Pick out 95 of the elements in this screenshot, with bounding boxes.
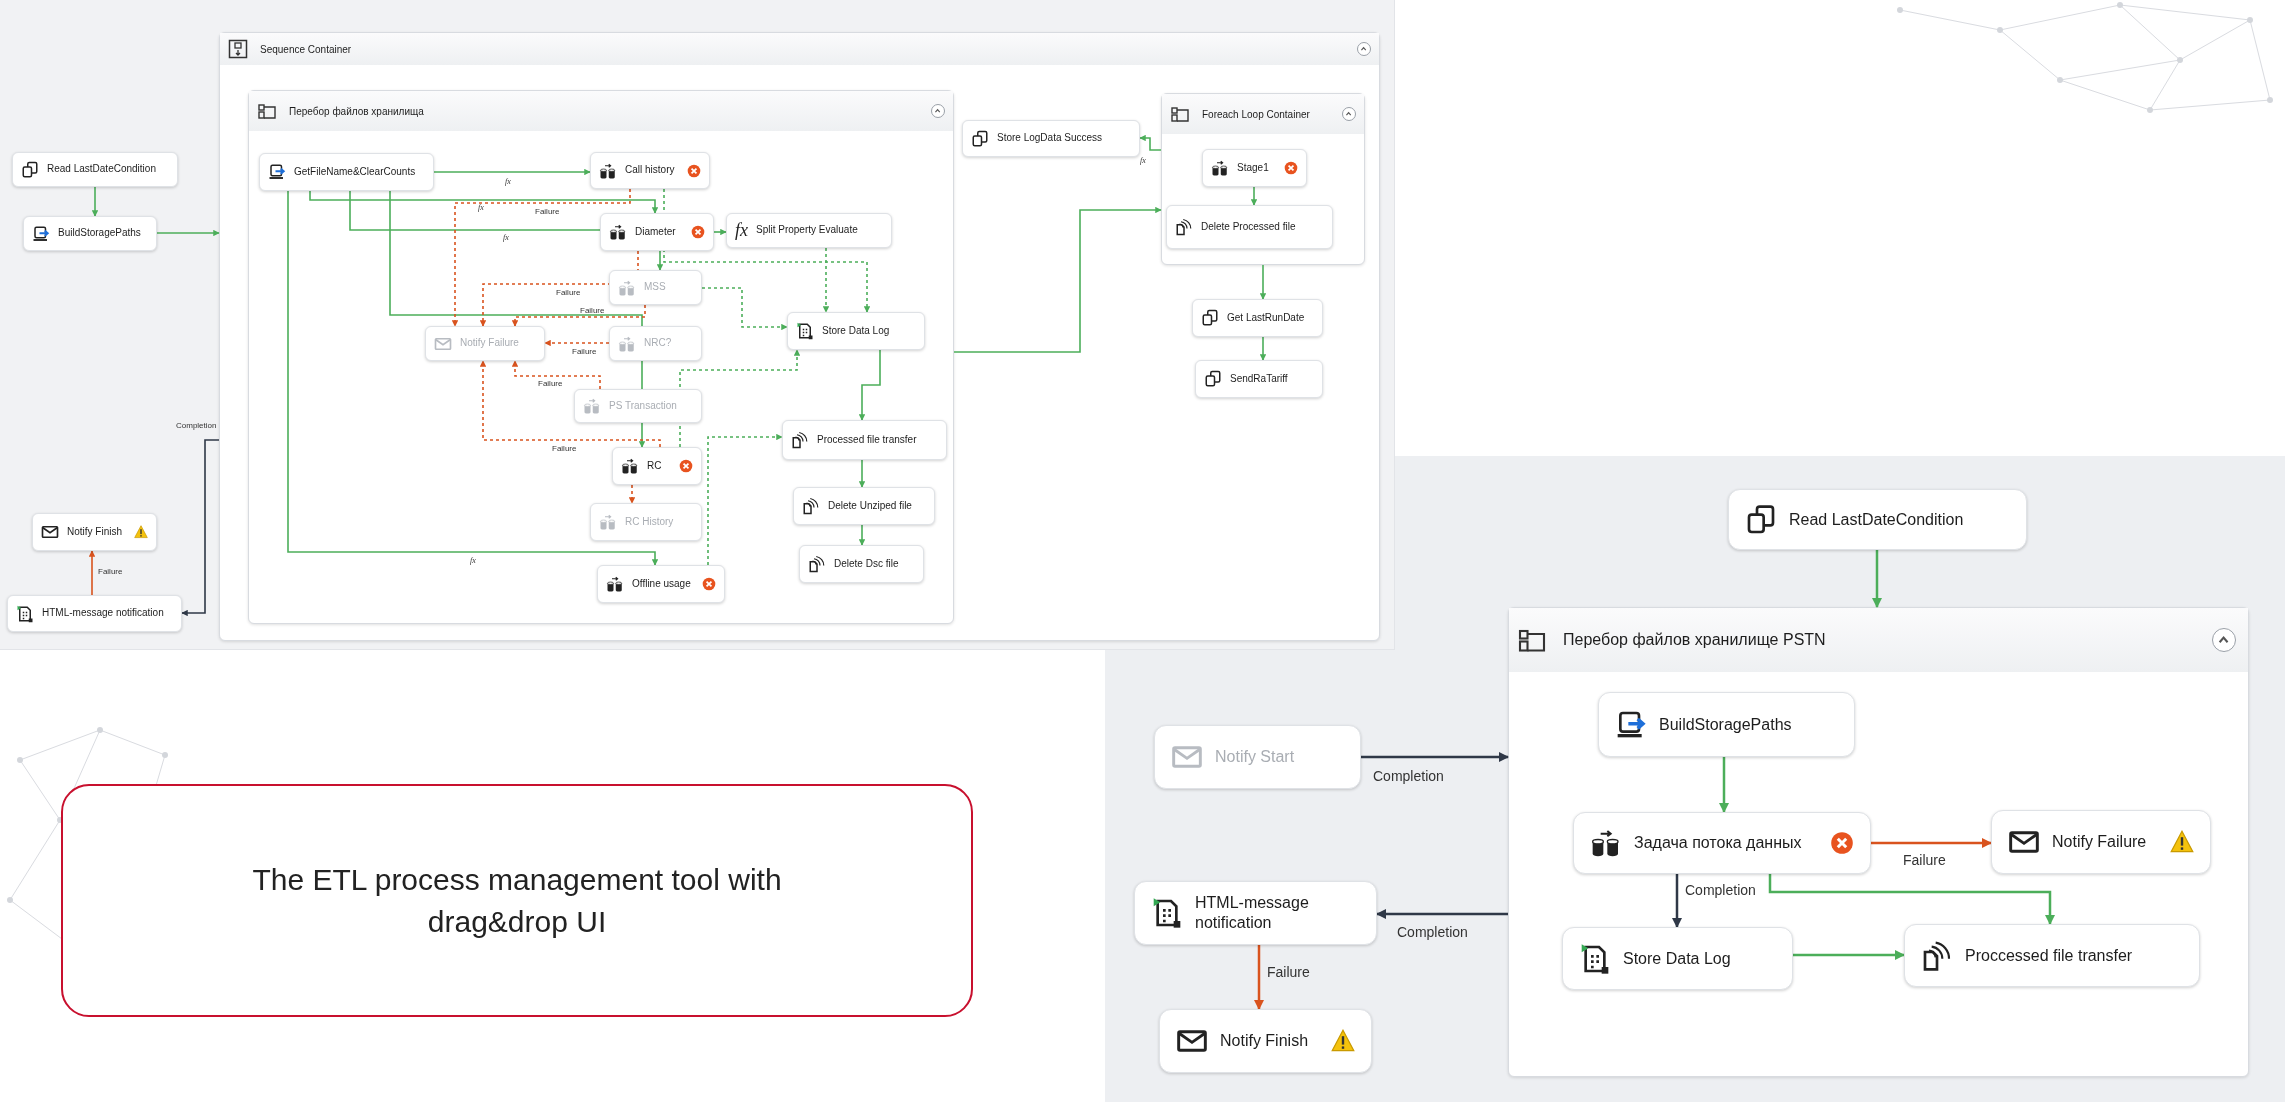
database-cylinders-icon [599, 161, 617, 180]
collapse-button[interactable] [1342, 107, 1356, 121]
connector-label: Failure [1267, 963, 1310, 982]
connector-label: fx [503, 232, 509, 244]
connector-label: Failure [572, 346, 597, 358]
container-title: Foreach Loop Container [1202, 107, 1311, 122]
script-task-icon [32, 224, 50, 243]
task-node[interactable]: Call history [590, 152, 710, 189]
database-cylinders-icon [1211, 159, 1229, 177]
task-node[interactable]: Offline usage [597, 565, 725, 603]
chevron-icon [1360, 45, 1368, 53]
task-node[interactable]: SendRaTariff [1195, 360, 1323, 398]
stacked-documents-icon [971, 129, 989, 148]
warning-icon [134, 525, 148, 539]
database-cylinders-icon [609, 223, 627, 241]
stacked-documents-icon [1745, 503, 1777, 536]
sequence-container-icon [228, 39, 248, 59]
warning-icon [2170, 830, 2194, 854]
task-node[interactable]: Notify Finish [32, 513, 157, 551]
database-cylinders-icon [621, 457, 639, 475]
task-node[interactable]: Delete Unziped file [793, 487, 935, 525]
database-cylinders-icon [618, 334, 636, 353]
task-node[interactable]: Store LogData Success [962, 120, 1140, 157]
collapse-button[interactable] [931, 104, 945, 118]
connector-label: Completion [1397, 923, 1468, 942]
task-node[interactable]: HTML-message notification [1134, 881, 1377, 945]
script-task-icon [268, 163, 286, 181]
file-system-icon [1175, 218, 1193, 236]
warning-icon [1331, 1029, 1355, 1053]
container-title: Sequence Container [260, 42, 353, 57]
connector-label: fx [478, 202, 484, 214]
document-grid-icon [1151, 897, 1183, 929]
task-node[interactable]: BuildStoragePaths [1598, 692, 1855, 757]
task-node[interactable]: Notify Failure [1991, 810, 2211, 874]
task-node[interactable]: RC [612, 447, 702, 485]
chevron-icon [1345, 110, 1353, 118]
connector-label: Completion [176, 420, 217, 432]
connector-label: fx [1140, 155, 1146, 167]
task-node[interactable]: Store Data Log [1562, 927, 1793, 990]
connector-label: Completion [1373, 767, 1444, 786]
task-node[interactable]: Read LastDateCondition [1728, 489, 2027, 550]
chevron-icon [934, 107, 942, 115]
file-system-icon [791, 431, 809, 449]
task-node[interactable]: Notify Finish [1159, 1009, 1372, 1073]
collapse-button[interactable] [2212, 628, 2236, 652]
task-node[interactable]: fx Split Property Evaluate [726, 213, 892, 248]
database-cylinders-icon [599, 513, 617, 531]
task-node[interactable]: HTML-message notification [7, 595, 182, 632]
database-cylinders-icon [618, 278, 636, 297]
task-node[interactable]: Задача потока данных [1573, 812, 1871, 874]
task-node[interactable]: Delete Dsc file [799, 545, 924, 583]
task-node[interactable]: Proccessed file transfer [1904, 924, 2200, 987]
error-icon [1284, 161, 1298, 175]
task-node[interactable]: Stage1 [1202, 149, 1307, 187]
error-icon [1830, 831, 1854, 855]
error-icon [691, 225, 705, 239]
loop-container-icon [1170, 104, 1190, 124]
file-system-icon [802, 497, 820, 515]
loop-container-icon [257, 101, 277, 121]
task-node[interactable]: Delete Processed file [1166, 205, 1333, 249]
stacked-documents-icon [21, 160, 39, 179]
connector-label: Failure [556, 287, 581, 299]
document-grid-icon [796, 322, 814, 340]
document-grid-icon [16, 604, 34, 623]
error-icon [702, 577, 716, 591]
connector-label: Failure [538, 378, 563, 390]
connector-label: Failure [552, 443, 577, 455]
error-icon [687, 163, 701, 178]
connector-label: Completion [1685, 881, 1756, 900]
envelope-icon [41, 523, 59, 541]
task-node[interactable]: Store Data Log [787, 312, 925, 350]
connector-label: fx [505, 176, 511, 188]
file-system-icon [1921, 939, 1953, 972]
error-icon [679, 459, 693, 473]
container-title: Перебор файлов хранилища [289, 104, 425, 119]
stacked-documents-icon [1204, 370, 1222, 388]
connector-label: fx [470, 555, 476, 567]
connector-label: Failure [580, 305, 605, 317]
collapse-button[interactable] [1357, 42, 1371, 56]
document-grid-icon [1579, 942, 1611, 975]
task-node[interactable]: GetFileName&ClearCounts [259, 153, 434, 191]
database-cylinders-icon [606, 575, 624, 593]
task-node[interactable]: Read LastDateCondition [12, 152, 178, 187]
task-node[interactable]: Diameter [600, 213, 714, 251]
file-system-icon [808, 555, 826, 573]
task-node[interactable]: BuildStoragePaths [23, 216, 157, 251]
container-title: Перебор файлов хранилище PSTN [1563, 630, 1827, 650]
stacked-documents-icon [1201, 309, 1219, 327]
task-node[interactable]: Get LastRunDate [1192, 299, 1323, 337]
connector-label: Failure [98, 566, 123, 578]
connector-label: Failure [535, 206, 560, 218]
database-cylinders-icon [583, 397, 601, 415]
connector-label: Failure [1903, 851, 1946, 870]
caption-text: The ETL process management tool with drag&drop UI [251, 862, 783, 940]
task-node[interactable]: Processed file transfer [782, 420, 947, 460]
